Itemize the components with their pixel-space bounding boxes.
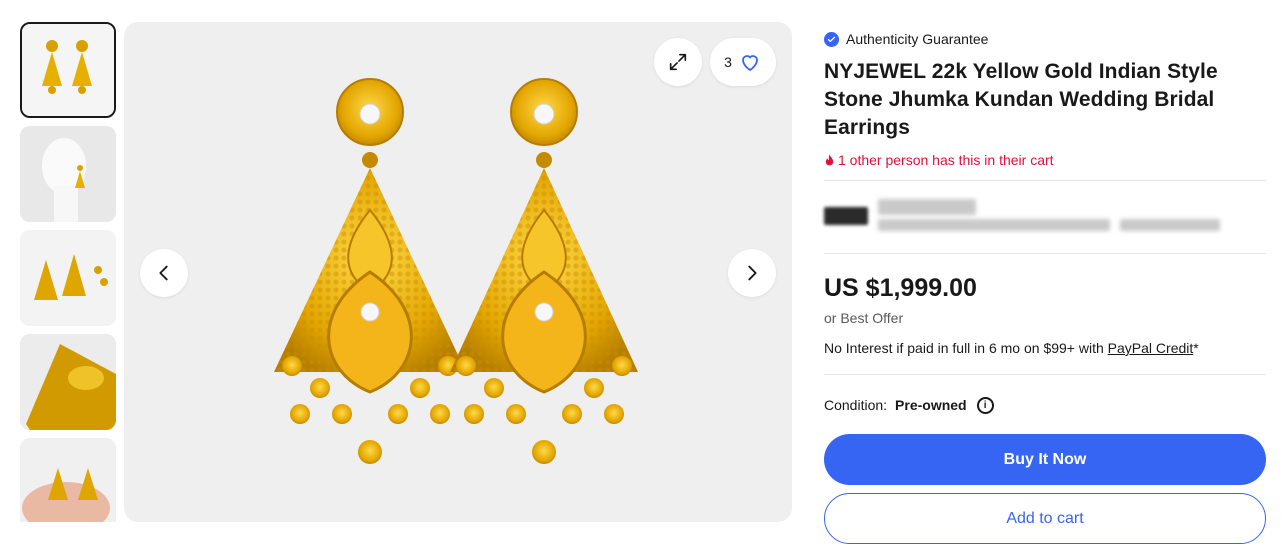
info-icon[interactable]: i xyxy=(976,396,994,414)
listing-details-panel: Authenticity Guarantee NYJEWEL 22k Yello… xyxy=(824,28,1266,544)
paypal-credit-promo: No Interest if paid in full in 6 mo on $… xyxy=(824,340,1266,356)
hand-thumbnail-image xyxy=(20,438,116,522)
seller-feedback-redacted xyxy=(878,219,1110,231)
cart-note-text: 1 other person has this in their cart xyxy=(838,152,1054,168)
authenticity-label: Authenticity Guarantee xyxy=(846,31,989,47)
paypal-credit-link[interactable]: PayPal Credit xyxy=(1108,340,1194,356)
authenticity-guarantee[interactable]: Authenticity Guarantee xyxy=(824,28,1266,50)
best-offer-text: or Best Offer xyxy=(824,310,904,326)
seller-link-redacted xyxy=(1120,219,1220,231)
watch-button[interactable]: 3 xyxy=(710,38,776,86)
closeup-thumbnail-image xyxy=(20,334,116,430)
earrings-photo xyxy=(274,78,638,464)
add-to-cart-button[interactable]: Add to cart xyxy=(824,493,1266,544)
condition-row: Condition: Pre-owned i xyxy=(824,395,1266,415)
divider xyxy=(824,374,1266,375)
credit-suffix: * xyxy=(1193,340,1199,356)
fire-icon xyxy=(825,153,834,166)
seller-info-redacted xyxy=(824,181,1266,253)
thumbnail-1[interactable] xyxy=(20,22,116,118)
credit-text: No Interest if paid in full in 6 mo on $… xyxy=(824,340,1108,356)
product-title: NYJEWEL 22k Yellow Gold Indian Style Sto… xyxy=(824,60,1218,139)
previous-image-button[interactable] xyxy=(140,249,188,297)
heart-icon xyxy=(741,55,758,71)
price: US $1,999.00 xyxy=(824,274,977,302)
cart-urgency-note: 1 other person has this in their cart xyxy=(824,150,1266,170)
next-image-button[interactable] xyxy=(728,249,776,297)
chevron-left-icon xyxy=(159,265,168,281)
thumbnail-4[interactable] xyxy=(20,334,116,430)
thumbnail-2[interactable] xyxy=(20,126,116,222)
earrings-set-thumbnail-image xyxy=(20,230,116,326)
thumbnail-5[interactable] xyxy=(20,438,116,522)
divider xyxy=(824,253,1266,254)
expand-button[interactable] xyxy=(654,38,702,86)
seller-name-redacted xyxy=(878,199,976,215)
main-product-image[interactable]: 3 xyxy=(124,22,792,522)
mannequin-thumbnail-image xyxy=(20,126,116,222)
condition-label: Condition: xyxy=(824,397,888,413)
expand-icon xyxy=(669,53,687,71)
earrings-thumbnail-image xyxy=(22,24,114,116)
buy-it-now-button[interactable]: Buy It Now xyxy=(824,434,1266,485)
verified-check-icon xyxy=(824,31,839,47)
seller-avatar-redacted xyxy=(824,207,868,225)
watch-count: 3 xyxy=(724,54,732,70)
chevron-right-icon xyxy=(748,265,757,281)
thumbnail-3[interactable] xyxy=(20,230,116,326)
condition-value: Pre-owned xyxy=(895,397,967,413)
thumbnail-strip xyxy=(20,22,116,522)
